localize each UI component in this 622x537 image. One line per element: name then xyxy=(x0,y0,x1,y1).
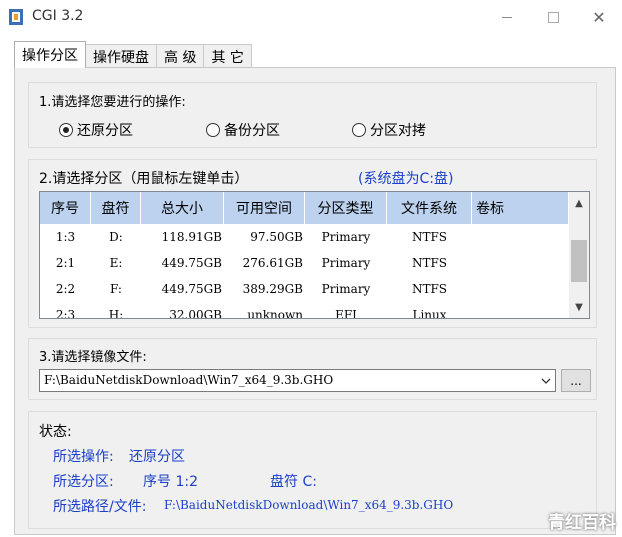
operation-title: 1.请选择您要进行的操作: xyxy=(39,95,186,110)
radio-backup[interactable]: 备份分区 xyxy=(206,120,280,140)
cell-seq: 2:3 xyxy=(55,308,76,319)
cell-free: 389.29GB xyxy=(242,282,303,296)
cell-label xyxy=(472,250,568,276)
selected-partition-seq: 序号 1:2 xyxy=(143,474,198,490)
vertical-scrollbar[interactable]: ▲ ▼ xyxy=(569,192,589,318)
cell-fs: NTFS xyxy=(411,256,448,270)
status-title: 状态: xyxy=(39,424,72,440)
cell-label xyxy=(472,224,568,250)
col-seq[interactable]: 序号 xyxy=(40,192,91,224)
cell-free: unknown xyxy=(247,308,303,319)
cell-total: 449.75GB xyxy=(161,256,222,270)
image-file-title: 3.请选择镜像文件: xyxy=(39,350,147,365)
radio-selected-icon xyxy=(59,123,73,137)
cell-seq: 2:2 xyxy=(55,282,76,296)
scroll-up-icon[interactable]: ▲ xyxy=(569,194,589,212)
selected-path-value: F:\BaiduNetdiskDownload\Win7_x64_9.3b.GH… xyxy=(164,498,454,512)
minimize-icon xyxy=(502,16,512,18)
cell-seq: 2:1 xyxy=(55,256,76,270)
tab-other[interactable]: 其 它 xyxy=(203,44,252,68)
maximize-button[interactable] xyxy=(530,0,576,34)
image-file-combobox[interactable]: F:\BaiduNetdiskDownload\Win7_x64_9.3b.GH… xyxy=(39,369,556,392)
cell-drive: D: xyxy=(109,230,123,244)
cell-type: EFI xyxy=(335,308,357,319)
radio-unselected-icon xyxy=(206,123,220,137)
col-free[interactable]: 可用空间 xyxy=(224,192,305,224)
close-button[interactable]: ✕ xyxy=(576,0,622,34)
cell-type: Primary xyxy=(321,230,371,244)
scroll-thumb[interactable] xyxy=(571,240,587,282)
cell-type: Primary xyxy=(321,282,371,296)
table-row[interactable]: 2:1 E: 449.75GB 276.61GB Primary NTFS xyxy=(40,250,568,276)
selected-operation-label: 所选操作: xyxy=(53,449,114,465)
tab-operate-partition[interactable]: 操作分区 xyxy=(14,41,86,68)
partition-title: 2.请选择分区（用鼠标左键单击） xyxy=(39,171,249,187)
cell-total: 118.91GB xyxy=(161,230,222,244)
cell-drive: F: xyxy=(110,282,122,296)
image-file-path: F:\BaiduNetdiskDownload\Win7_x64_9.3b.GH… xyxy=(44,373,334,387)
cell-label xyxy=(472,302,568,318)
gear-tool-icon xyxy=(9,9,23,25)
cell-free: 97.50GB xyxy=(250,230,303,244)
selected-operation-value: 还原分区 xyxy=(129,449,185,465)
radio-copy[interactable]: 分区对拷 xyxy=(352,120,426,140)
close-icon: ✕ xyxy=(592,7,606,27)
window-title: CGI 3.2 xyxy=(32,8,84,24)
tab-advanced[interactable]: 高 级 xyxy=(156,44,205,68)
scroll-down-icon[interactable]: ▼ xyxy=(569,298,589,316)
radio-restore[interactable]: 还原分区 xyxy=(59,120,133,140)
radio-copy-label: 分区对拷 xyxy=(370,123,426,139)
cell-total: 32.00GB xyxy=(169,308,222,319)
chevron-down-icon[interactable] xyxy=(537,370,555,391)
cell-fs: Linux xyxy=(412,308,447,319)
col-fs[interactable]: 文件系统 xyxy=(387,192,472,224)
table-row[interactable]: 1:3 D: 118.91GB 97.50GB Primary NTFS xyxy=(40,224,568,250)
selected-partition-drive: 盘符 C: xyxy=(270,474,317,490)
list-header: 序号 盘符 总大小 可用空间 分区类型 文件系统 卷标 xyxy=(40,192,568,224)
tab-operate-disk[interactable]: 操作硬盘 xyxy=(85,44,157,68)
cell-seq: 1:3 xyxy=(55,230,76,244)
tab-bar: 操作分区 操作硬盘 高 级 其 它 xyxy=(14,41,252,68)
browse-button[interactable]: ... xyxy=(561,369,591,392)
title-bar: CGI 3.2 ✕ xyxy=(0,0,622,34)
cell-type: Primary xyxy=(321,256,371,270)
col-total[interactable]: 总大小 xyxy=(141,192,224,224)
cell-free: 276.61GB xyxy=(242,256,303,270)
radio-unselected-icon xyxy=(352,123,366,137)
selected-path-label: 所选路径/文件: xyxy=(53,499,147,515)
cell-label xyxy=(472,276,568,302)
col-drive[interactable]: 盘符 xyxy=(91,192,141,224)
col-label[interactable]: 卷标 xyxy=(472,192,568,224)
cell-total: 449.75GB xyxy=(161,282,222,296)
cell-fs: NTFS xyxy=(411,282,448,296)
radio-restore-label: 还原分区 xyxy=(77,123,133,139)
minimize-button[interactable] xyxy=(484,0,530,34)
cell-fs: NTFS xyxy=(411,230,448,244)
maximize-icon xyxy=(547,11,559,23)
system-note: (系统盘为C:盘) xyxy=(358,171,454,187)
table-row[interactable]: 2:3 H: 32.00GB unknown EFI Linux xyxy=(40,302,568,319)
partition-list[interactable]: 序号 盘符 总大小 可用空间 分区类型 文件系统 卷标 1:3 D: 118.9… xyxy=(39,191,590,319)
selected-partition-label: 所选分区: xyxy=(53,474,114,490)
radio-backup-label: 备份分区 xyxy=(224,123,280,139)
cell-drive: E: xyxy=(109,256,123,270)
cell-drive: H: xyxy=(108,308,124,319)
col-type[interactable]: 分区类型 xyxy=(305,192,387,224)
watermark: 青红百科 xyxy=(548,513,616,533)
table-row[interactable]: 2:2 F: 449.75GB 389.29GB Primary NTFS xyxy=(40,276,568,302)
